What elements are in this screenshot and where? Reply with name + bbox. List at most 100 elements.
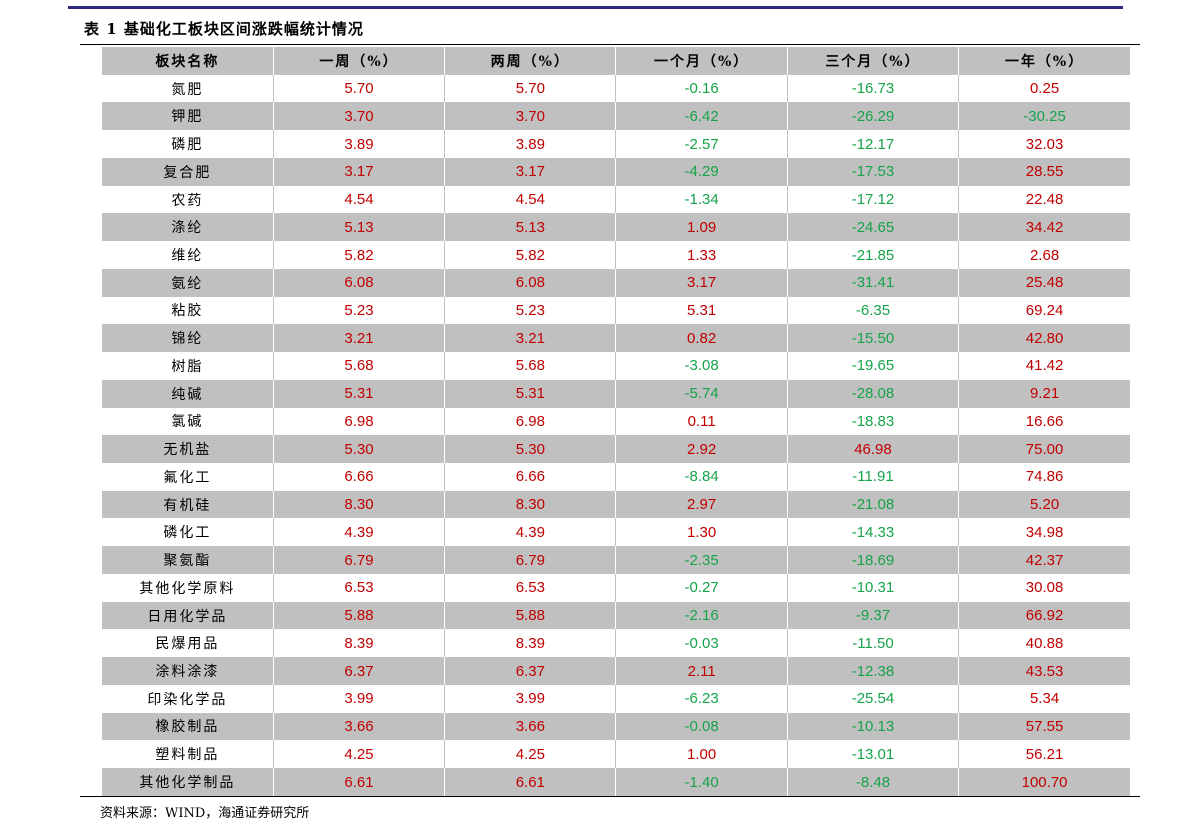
one-month-cell: 3.17 [615, 268, 788, 297]
three-month-cell: -28.08 [787, 379, 960, 408]
one-week-cell: 6.79 [273, 546, 446, 574]
two-week-cell: 5.68 [444, 352, 617, 380]
one-year-cell: 34.42 [1025, 218, 1064, 236]
table-caption: 表 1 基础化工板块区间涨跌幅统计情况 [84, 20, 364, 38]
sector-name-cell: 其他化学原料 [102, 573, 274, 602]
one-month-cell: -1.34 [615, 185, 788, 214]
one-week-cell: 6.61 [273, 768, 446, 796]
one-week-cell: 5.30 [273, 435, 446, 464]
one-month-cell: -2.16 [615, 601, 788, 630]
sector-name-cell: 无机盐 [102, 435, 274, 464]
three-month-cell: -12.17 [787, 130, 960, 158]
one-year-cell: 0.25 [1029, 80, 1060, 98]
table-row: 锦纶 3.21 3.21 0.82 -15.50 42.80 [102, 324, 1130, 353]
one-week-cell: 5.68 [273, 352, 446, 380]
one-year-cell: 75.00 [1025, 440, 1064, 458]
sector-name-header: 板块名称 [102, 47, 274, 75]
two-week-cell: 4.25 [444, 740, 617, 769]
two-week-header: 两周（%） [444, 47, 617, 75]
two-week-cell: 6.66 [444, 463, 617, 491]
sector-name-cell: 氨纶 [102, 268, 274, 297]
one-year-cell: 42.80 [1025, 329, 1064, 347]
sector-name-cell: 复合肥 [102, 157, 274, 186]
three-month-cell: -10.13 [787, 712, 960, 741]
two-week-cell: 6.37 [444, 657, 617, 685]
one-week-cell: 3.70 [273, 102, 446, 131]
table-row: 氨纶 6.08 6.08 3.17 -31.41 25.48 [102, 268, 1130, 297]
one-year-cell: 69.24 [1025, 301, 1064, 319]
two-week-cell: 3.17 [444, 157, 617, 186]
one-year-cell: 56.21 [1025, 745, 1064, 763]
sector-name-cell: 维纶 [102, 241, 274, 269]
table-row: 涤纶 5.13 5.13 1.09 -24.65 34.42 [102, 213, 1130, 242]
one-year-cell: 41.42 [1025, 357, 1064, 375]
one-month-cell: 1.33 [615, 241, 788, 269]
two-week-cell: 6.61 [444, 768, 617, 796]
sector-name-cell: 氮肥 [102, 74, 274, 103]
sector-name-cell: 涤纶 [102, 213, 274, 242]
one-month-cell: -0.03 [615, 629, 788, 658]
one-week-cell: 5.70 [273, 74, 446, 103]
sector-name-cell: 印染化学品 [102, 684, 274, 713]
one-month-cell: -2.35 [615, 546, 788, 574]
one-month-cell: -0.08 [615, 712, 788, 741]
sector-name-cell: 钾肥 [102, 102, 274, 131]
two-week-cell: 3.99 [444, 684, 617, 713]
one-week-cell: 5.82 [273, 241, 446, 269]
one-month-cell: -0.16 [615, 74, 788, 103]
sector-name-cell: 农药 [102, 185, 274, 214]
three-month-cell: -17.12 [787, 185, 960, 214]
two-week-cell: 5.70 [444, 74, 617, 103]
three-month-cell: -19.65 [787, 352, 960, 380]
table-row: 氯碱 6.98 6.98 0.11 -18.83 16.66 [102, 407, 1130, 436]
two-week-cell: 3.70 [444, 102, 617, 131]
three-month-cell: -18.69 [787, 546, 960, 574]
one-week-cell: 5.23 [273, 296, 446, 325]
one-month-cell: 2.92 [615, 435, 788, 464]
table-row: 磷肥 3.89 3.89 -2.57 -12.17 32.03 [102, 130, 1130, 158]
one-week-header: 一周（%） [273, 47, 446, 75]
two-week-cell: 6.08 [444, 268, 617, 297]
two-week-cell: 5.30 [444, 435, 617, 464]
one-month-cell: -0.27 [615, 573, 788, 602]
one-year-cell: 100.70 [1021, 773, 1068, 791]
sector-name-cell: 有机硅 [102, 490, 274, 519]
table-row: 聚氨酯 6.79 6.79 -2.35 -18.69 42.37 [102, 546, 1130, 574]
one-month-cell: 0.82 [615, 324, 788, 353]
two-week-cell: 8.30 [444, 490, 617, 519]
two-week-cell: 4.54 [444, 185, 617, 214]
two-week-cell: 5.13 [444, 213, 617, 242]
three-month-cell: -9.37 [787, 601, 960, 630]
three-month-cell: 46.98 [787, 435, 960, 464]
one-week-cell: 6.37 [273, 657, 446, 685]
two-week-cell: 8.39 [444, 629, 617, 658]
table-row: 钾肥 3.70 3.70 -6.42 -26.29 -30.25 [102, 102, 1130, 131]
three-month-cell: -18.83 [787, 407, 960, 436]
sector-name-cell: 磷化工 [102, 518, 274, 547]
table-row: 氟化工 6.66 6.66 -8.84 -11.91 74.86 [102, 463, 1130, 491]
table-row: 民爆用品 8.39 8.39 -0.03 -11.50 40.88 [102, 629, 1130, 658]
one-year-cell: 34.98 [1025, 523, 1064, 541]
table-row: 粘胶 5.23 5.23 5.31 -6.35 69.24 [102, 296, 1130, 325]
one-year-cell: 40.88 [1025, 634, 1064, 652]
one-month-cell: 2.11 [615, 657, 788, 685]
table-row: 复合肥 3.17 3.17 -4.29 -17.53 28.55 [102, 157, 1130, 186]
one-month-cell: -6.23 [615, 684, 788, 713]
one-year-cell: 28.55 [1025, 163, 1064, 181]
one-week-cell: 5.88 [273, 601, 446, 630]
sector-performance-table: 板块名称 一周（%） 两周（%） 一个月（%） 三个月（%） 一年（%） 氮肥 5.70 5.… [102, 47, 1130, 796]
one-week-cell: 4.54 [273, 185, 446, 214]
sector-name-cell: 粘胶 [102, 296, 274, 325]
one-year-cell: -30.25 [1023, 107, 1066, 125]
one-month-cell: -3.08 [615, 352, 788, 380]
table-row: 氮肥 5.70 5.70 -0.16 -16.73 0.25 [102, 74, 1130, 103]
one-week-cell: 6.08 [273, 268, 446, 297]
one-week-cell: 6.66 [273, 463, 446, 491]
three-month-cell: -6.35 [787, 296, 960, 325]
one-week-cell: 4.39 [273, 518, 446, 547]
two-week-cell: 3.21 [444, 324, 617, 353]
one-week-cell: 6.98 [273, 407, 446, 436]
table-row: 树脂 5.68 5.68 -3.08 -19.65 41.42 [102, 352, 1130, 380]
one-week-cell: 3.66 [273, 712, 446, 741]
three-month-cell: -21.08 [787, 490, 960, 519]
